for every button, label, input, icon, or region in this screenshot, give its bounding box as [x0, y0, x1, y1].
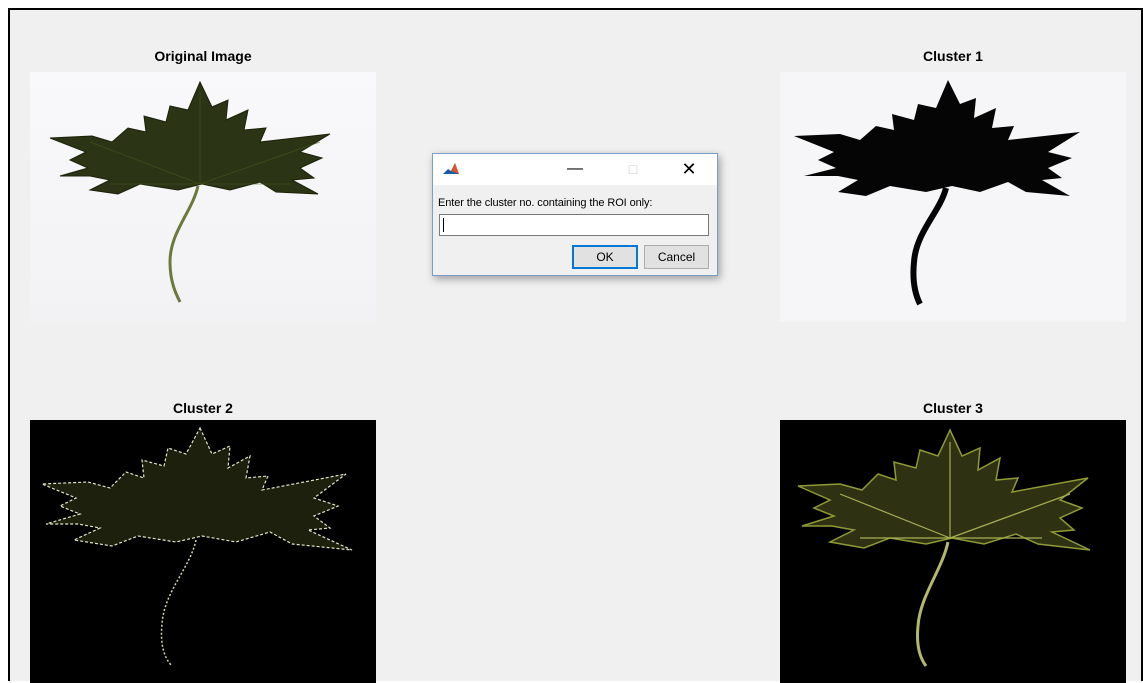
cluster-number-input[interactable] [439, 214, 709, 236]
original-image-panel [30, 72, 376, 322]
dialog-titlebar[interactable]: — □ ✕ [433, 154, 717, 185]
axes-title-cluster-1: Cluster 1 [923, 48, 983, 64]
input-dialog: — □ ✕ Enter the cluster no. containing t… [432, 153, 718, 276]
dialog-prompt: Enter the cluster no. containing the ROI… [438, 197, 653, 209]
axes-title-cluster-2: Cluster 2 [173, 400, 233, 416]
close-icon[interactable]: ✕ [675, 158, 703, 180]
figure-window: Original Image Cluster 1 Cluster 2 Clust… [8, 8, 1143, 683]
maximize-icon[interactable]: □ [619, 158, 647, 180]
cluster-3-panel [780, 420, 1126, 683]
cluster-1-panel [780, 72, 1126, 322]
axes-title-original: Original Image [154, 48, 252, 64]
text-caret [443, 218, 444, 232]
cancel-button[interactable]: Cancel [644, 245, 709, 269]
matlab-icon [442, 161, 460, 177]
axes-title-cluster-3: Cluster 3 [923, 400, 983, 416]
minimize-icon[interactable]: — [561, 158, 589, 180]
cluster-2-panel [30, 420, 376, 683]
ok-button[interactable]: OK [572, 245, 638, 269]
